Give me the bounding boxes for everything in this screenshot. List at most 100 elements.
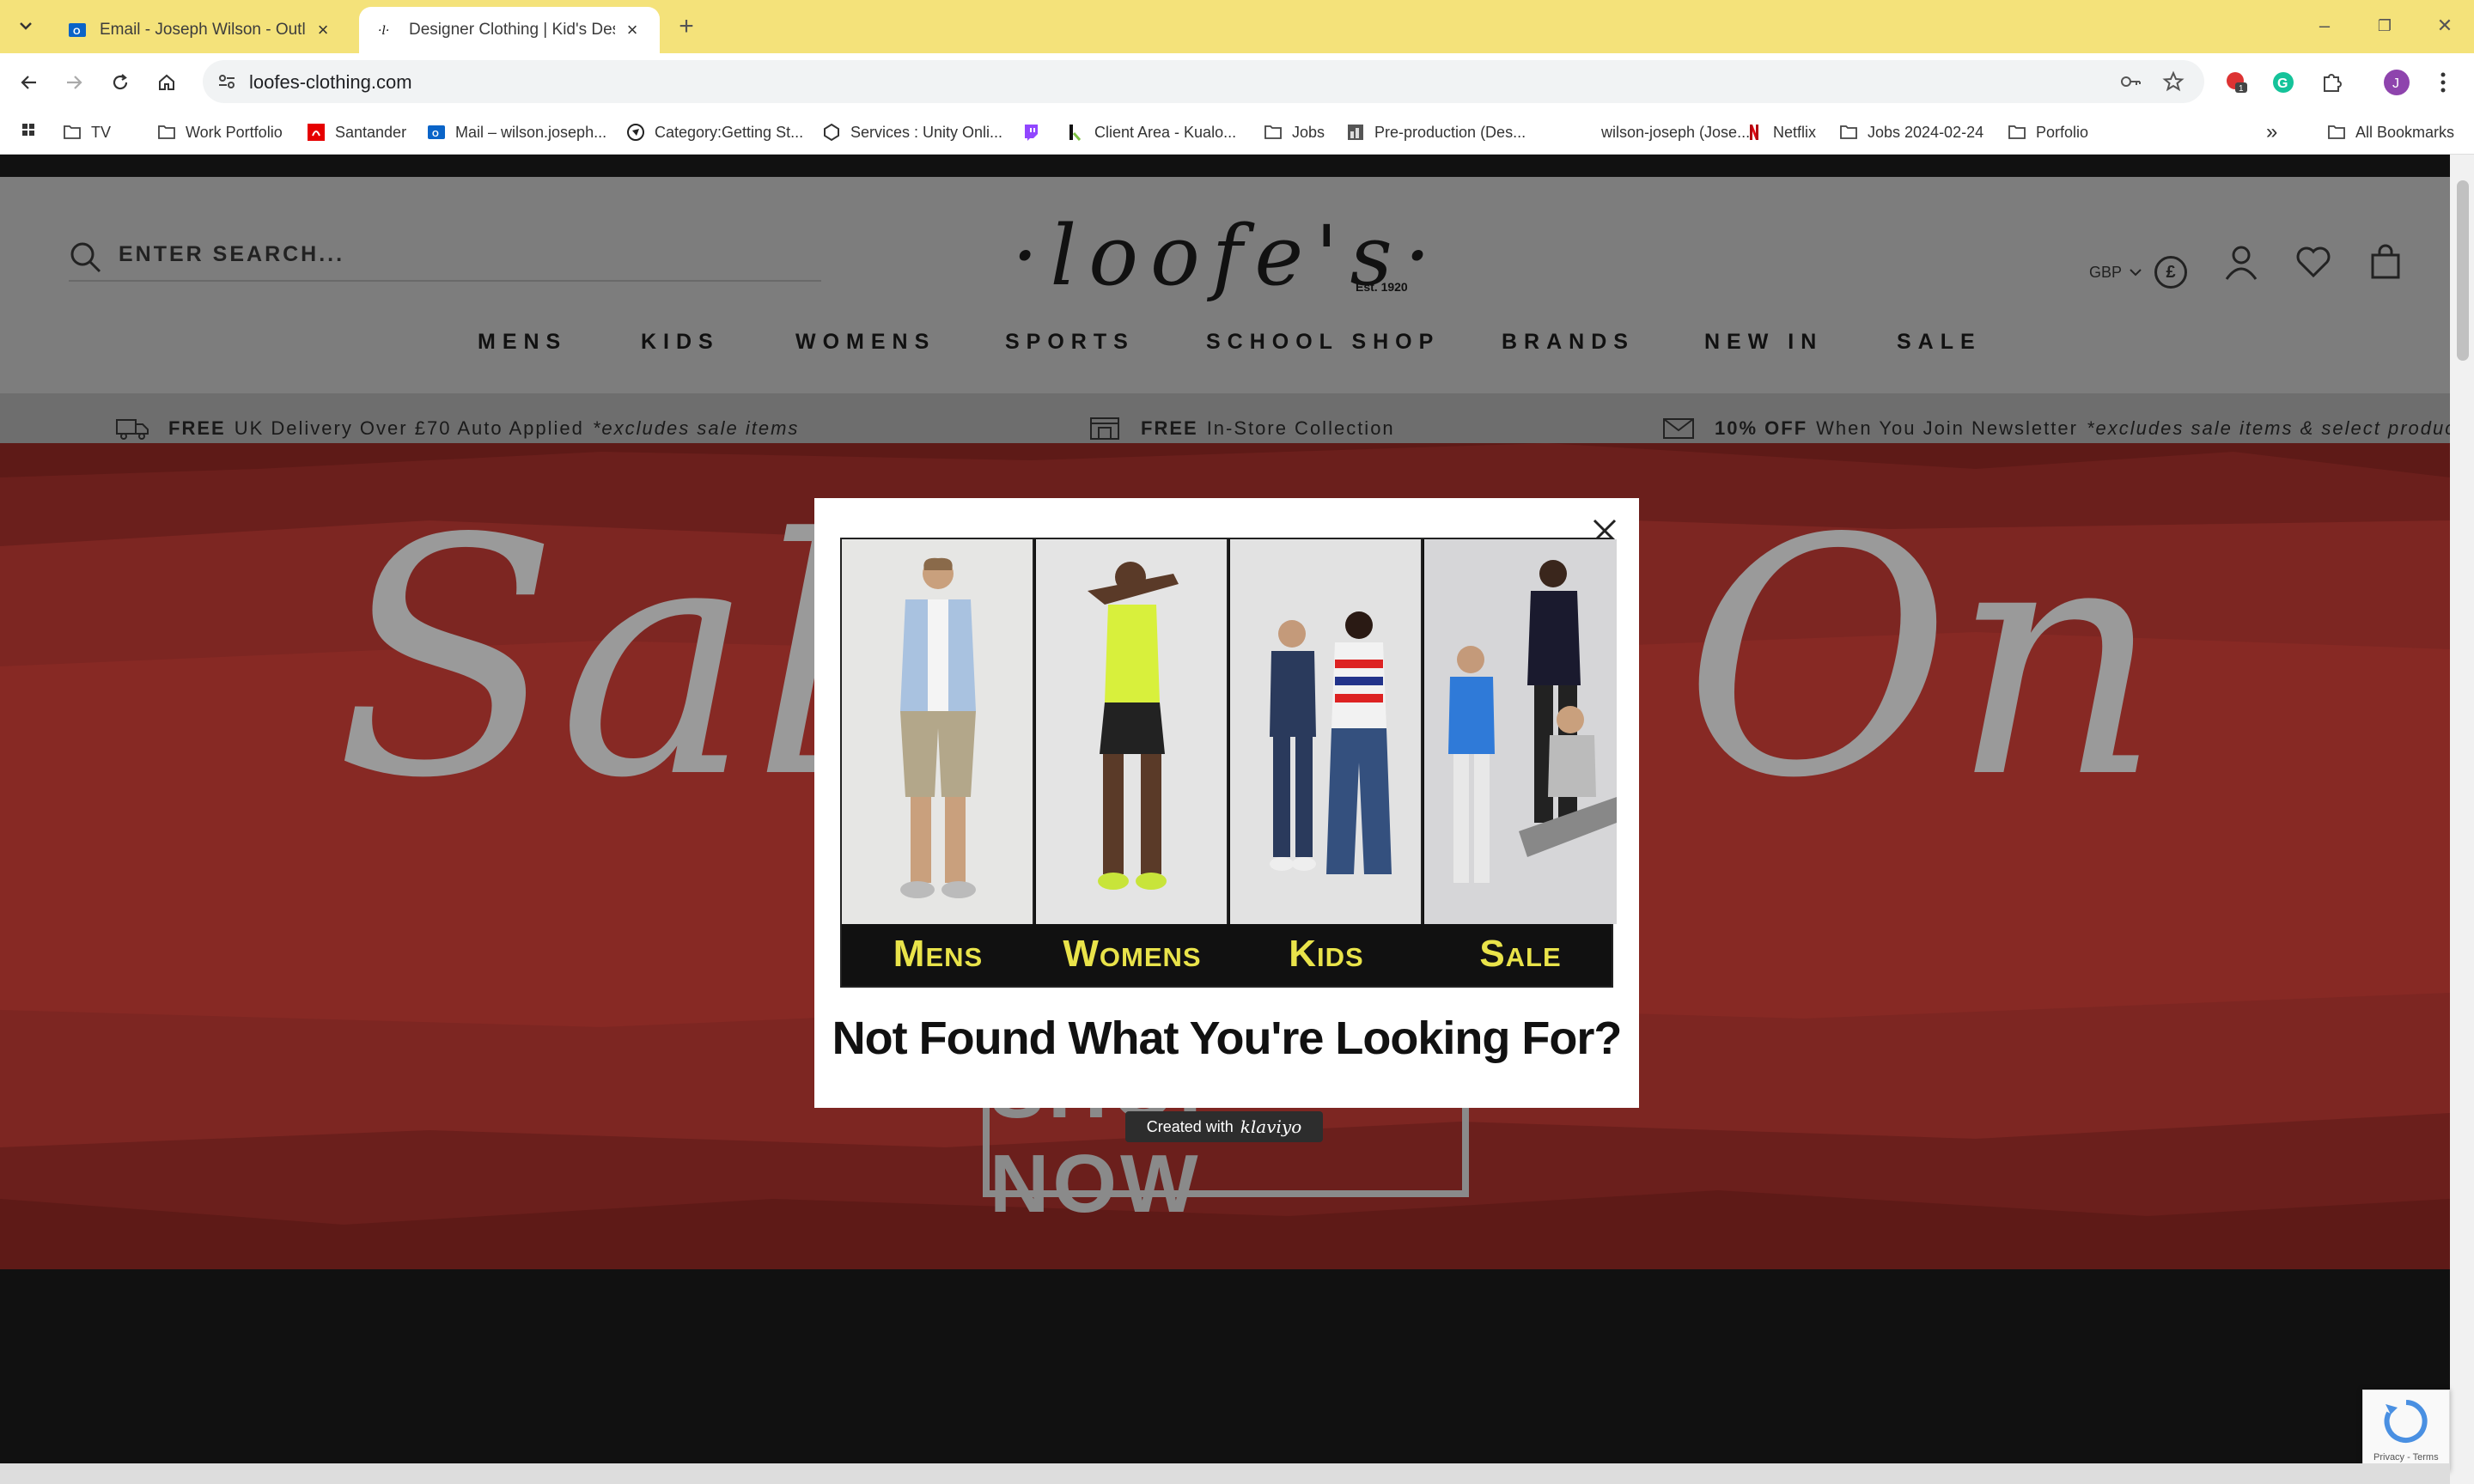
- bookmark-kualo[interactable]: Client Area - Kualo...: [1065, 119, 1236, 146]
- svg-text:O: O: [73, 27, 81, 37]
- bookmark-work-portfolio[interactable]: Work Portfolio: [156, 119, 283, 146]
- close-icon[interactable]: ×: [622, 19, 643, 40]
- minimize-button[interactable]: –: [2299, 10, 2350, 41]
- envelope-icon: [1661, 414, 1696, 443]
- bookmark-wilson-joseph[interactable]: wilson-joseph (Jose...: [1572, 119, 1750, 146]
- bookmark-label: Porfolio: [2036, 123, 2089, 141]
- shopping-bag-icon[interactable]: [2364, 240, 2407, 283]
- klaviyo-prefix: Created with: [1146, 1117, 1234, 1135]
- restore-button[interactable]: ❐: [2359, 10, 2410, 41]
- extension-badge-icon[interactable]: 1: [2221, 67, 2252, 98]
- popup-heading: Not Found What You're Looking For?: [832, 1013, 1623, 1064]
- category-womens-label[interactable]: Womens: [1036, 933, 1228, 976]
- forward-button[interactable]: [57, 65, 91, 100]
- promo-delivery[interactable]: FREE UK Delivery Over £70 Auto Applied *…: [115, 414, 799, 443]
- scrollbar-thumb[interactable]: [2457, 180, 2469, 361]
- close-window-button[interactable]: ✕: [2419, 10, 2471, 41]
- reload-button[interactable]: [103, 65, 137, 100]
- loofes-favicon-icon: ·l·: [376, 20, 397, 40]
- nav-school-shop[interactable]: SCHOOL SHOP: [1206, 330, 1440, 355]
- bookmark-jobs[interactable]: Jobs: [1263, 119, 1325, 146]
- bookmark-label: Category:Getting St...: [655, 123, 804, 141]
- nav-mens[interactable]: MENS: [478, 330, 567, 355]
- bookmark-twitch[interactable]: [1021, 119, 1050, 146]
- currency-label: GBP: [2089, 263, 2123, 281]
- recaptcha-icon: [2384, 1400, 2428, 1443]
- nav-brands[interactable]: BRANDS: [1502, 330, 1635, 355]
- category-image-grid: Mens Womens Kids Sale: [840, 538, 1617, 988]
- wishlist-heart-icon[interactable]: [2292, 240, 2335, 283]
- back-button[interactable]: [12, 65, 46, 100]
- url-text: loofes-clothing.com: [249, 71, 412, 93]
- outlook-icon: O: [426, 122, 447, 143]
- bookmarks-overflow-button[interactable]: »: [2266, 119, 2277, 146]
- site-settings-icon[interactable]: [215, 70, 239, 94]
- svg-text:G: G: [2277, 76, 2288, 91]
- recaptcha-badge[interactable]: Privacy - Terms: [2362, 1390, 2450, 1472]
- image-icon: [1345, 122, 1366, 143]
- nav-new-in[interactable]: NEW IN: [1704, 330, 1823, 355]
- bookmark-label: Santander: [335, 123, 407, 141]
- new-tab-button[interactable]: +: [672, 12, 701, 41]
- category-womens-image[interactable]: [1036, 539, 1228, 924]
- search-input[interactable]: ENTER SEARCH...: [119, 242, 344, 267]
- bookmark-mail[interactable]: O Mail – wilson.joseph...: [426, 119, 606, 146]
- bookmark-unity[interactable]: Services : Unity Onli...: [821, 119, 1002, 146]
- all-bookmarks-button[interactable]: All Bookmarks: [2326, 119, 2454, 146]
- category-kids-image[interactable]: [1230, 539, 1423, 924]
- arrow-right-icon: [67, 76, 82, 89]
- promo-collection[interactable]: FREE In-Store Collection: [1088, 414, 1395, 443]
- account-icon[interactable]: [2220, 240, 2263, 283]
- blank-icon: [1572, 122, 1593, 143]
- bookmark-label: All Bookmarks: [2355, 123, 2455, 141]
- category-mens-label[interactable]: Mens: [842, 933, 1034, 976]
- top-strip: [0, 155, 2450, 177]
- address-bar[interactable]: loofes-clothing.com: [203, 60, 2204, 103]
- klaviyo-badge[interactable]: Created with klaviyo: [1125, 1111, 1323, 1142]
- bookmark-preproduction[interactable]: Pre-production (Des...: [1345, 119, 1526, 146]
- bookmark-label: Jobs 2024-02-24: [1868, 123, 1984, 141]
- apps-grid-icon[interactable]: [21, 119, 41, 146]
- browser-menu-icon[interactable]: [2428, 67, 2459, 98]
- logo-est: Est. 1920: [1356, 280, 1408, 294]
- site-logo[interactable]: ·loofe's· Est. 1920: [1012, 208, 1441, 304]
- bookmark-category[interactable]: Category:Getting St...: [625, 119, 803, 146]
- tab-search-button[interactable]: [10, 10, 41, 41]
- nav-sports[interactable]: SPORTS: [1005, 330, 1135, 355]
- password-key-icon[interactable]: [2118, 70, 2142, 94]
- nav-womens[interactable]: WOMENS: [795, 330, 935, 355]
- bookmark-tv[interactable]: TV: [62, 119, 111, 146]
- bookmark-jobs-2024[interactable]: Jobs 2024-02-24: [1838, 119, 1983, 146]
- bookmark-netflix[interactable]: Netflix: [1744, 119, 1816, 146]
- grammarly-icon[interactable]: G: [2268, 67, 2299, 98]
- bookmark-porfolio[interactable]: Porfolio: [2007, 119, 2088, 146]
- browser-toolbar: loofes-clothing.com 1 G J: [0, 53, 2474, 110]
- category-mens-image[interactable]: [842, 539, 1034, 924]
- search-icon[interactable]: [67, 239, 105, 277]
- bookmark-label: Pre-production (Des...: [1374, 123, 1526, 141]
- bookmark-santander[interactable]: Santander: [306, 119, 406, 146]
- bookmark-label: Jobs: [1292, 123, 1325, 141]
- extensions-puzzle-icon[interactable]: [2316, 67, 2347, 98]
- bookmark-star-icon[interactable]: [2161, 70, 2185, 94]
- profile-avatar-icon[interactable]: J: [2381, 67, 2412, 98]
- category-kids-label[interactable]: Kids: [1230, 933, 1423, 976]
- bookmarks-bar: TV Work Portfolio Santander O Mail – wils…: [0, 110, 2474, 155]
- nav-kids[interactable]: KIDS: [641, 330, 720, 355]
- netflix-icon: [1744, 122, 1764, 143]
- tab-designer-clothing[interactable]: ·l· Designer Clothing | Kid's Designer ×: [359, 7, 660, 53]
- home-icon: [159, 74, 174, 90]
- dark-section: [0, 1269, 2450, 1484]
- folder-icon: [62, 122, 82, 143]
- recaptcha-text[interactable]: Privacy - Terms: [2373, 1452, 2439, 1463]
- nav-sale[interactable]: SALE: [1897, 330, 1982, 355]
- home-button[interactable]: [149, 65, 184, 100]
- tab-email[interactable]: O Email - Joseph Wilson - Outlook ×: [50, 7, 350, 53]
- category-sale-image[interactable]: [1424, 539, 1617, 924]
- category-sale-label[interactable]: Sale: [1424, 933, 1617, 976]
- promo-newsletter[interactable]: 10% OFF When You Join Newsletter *exclud…: [1661, 414, 2450, 443]
- svg-text:1: 1: [2239, 84, 2244, 94]
- currency-selector[interactable]: GBP £: [2089, 256, 2188, 289]
- close-icon[interactable]: ×: [313, 19, 333, 40]
- page-scrollbar[interactable]: [2450, 155, 2474, 1484]
